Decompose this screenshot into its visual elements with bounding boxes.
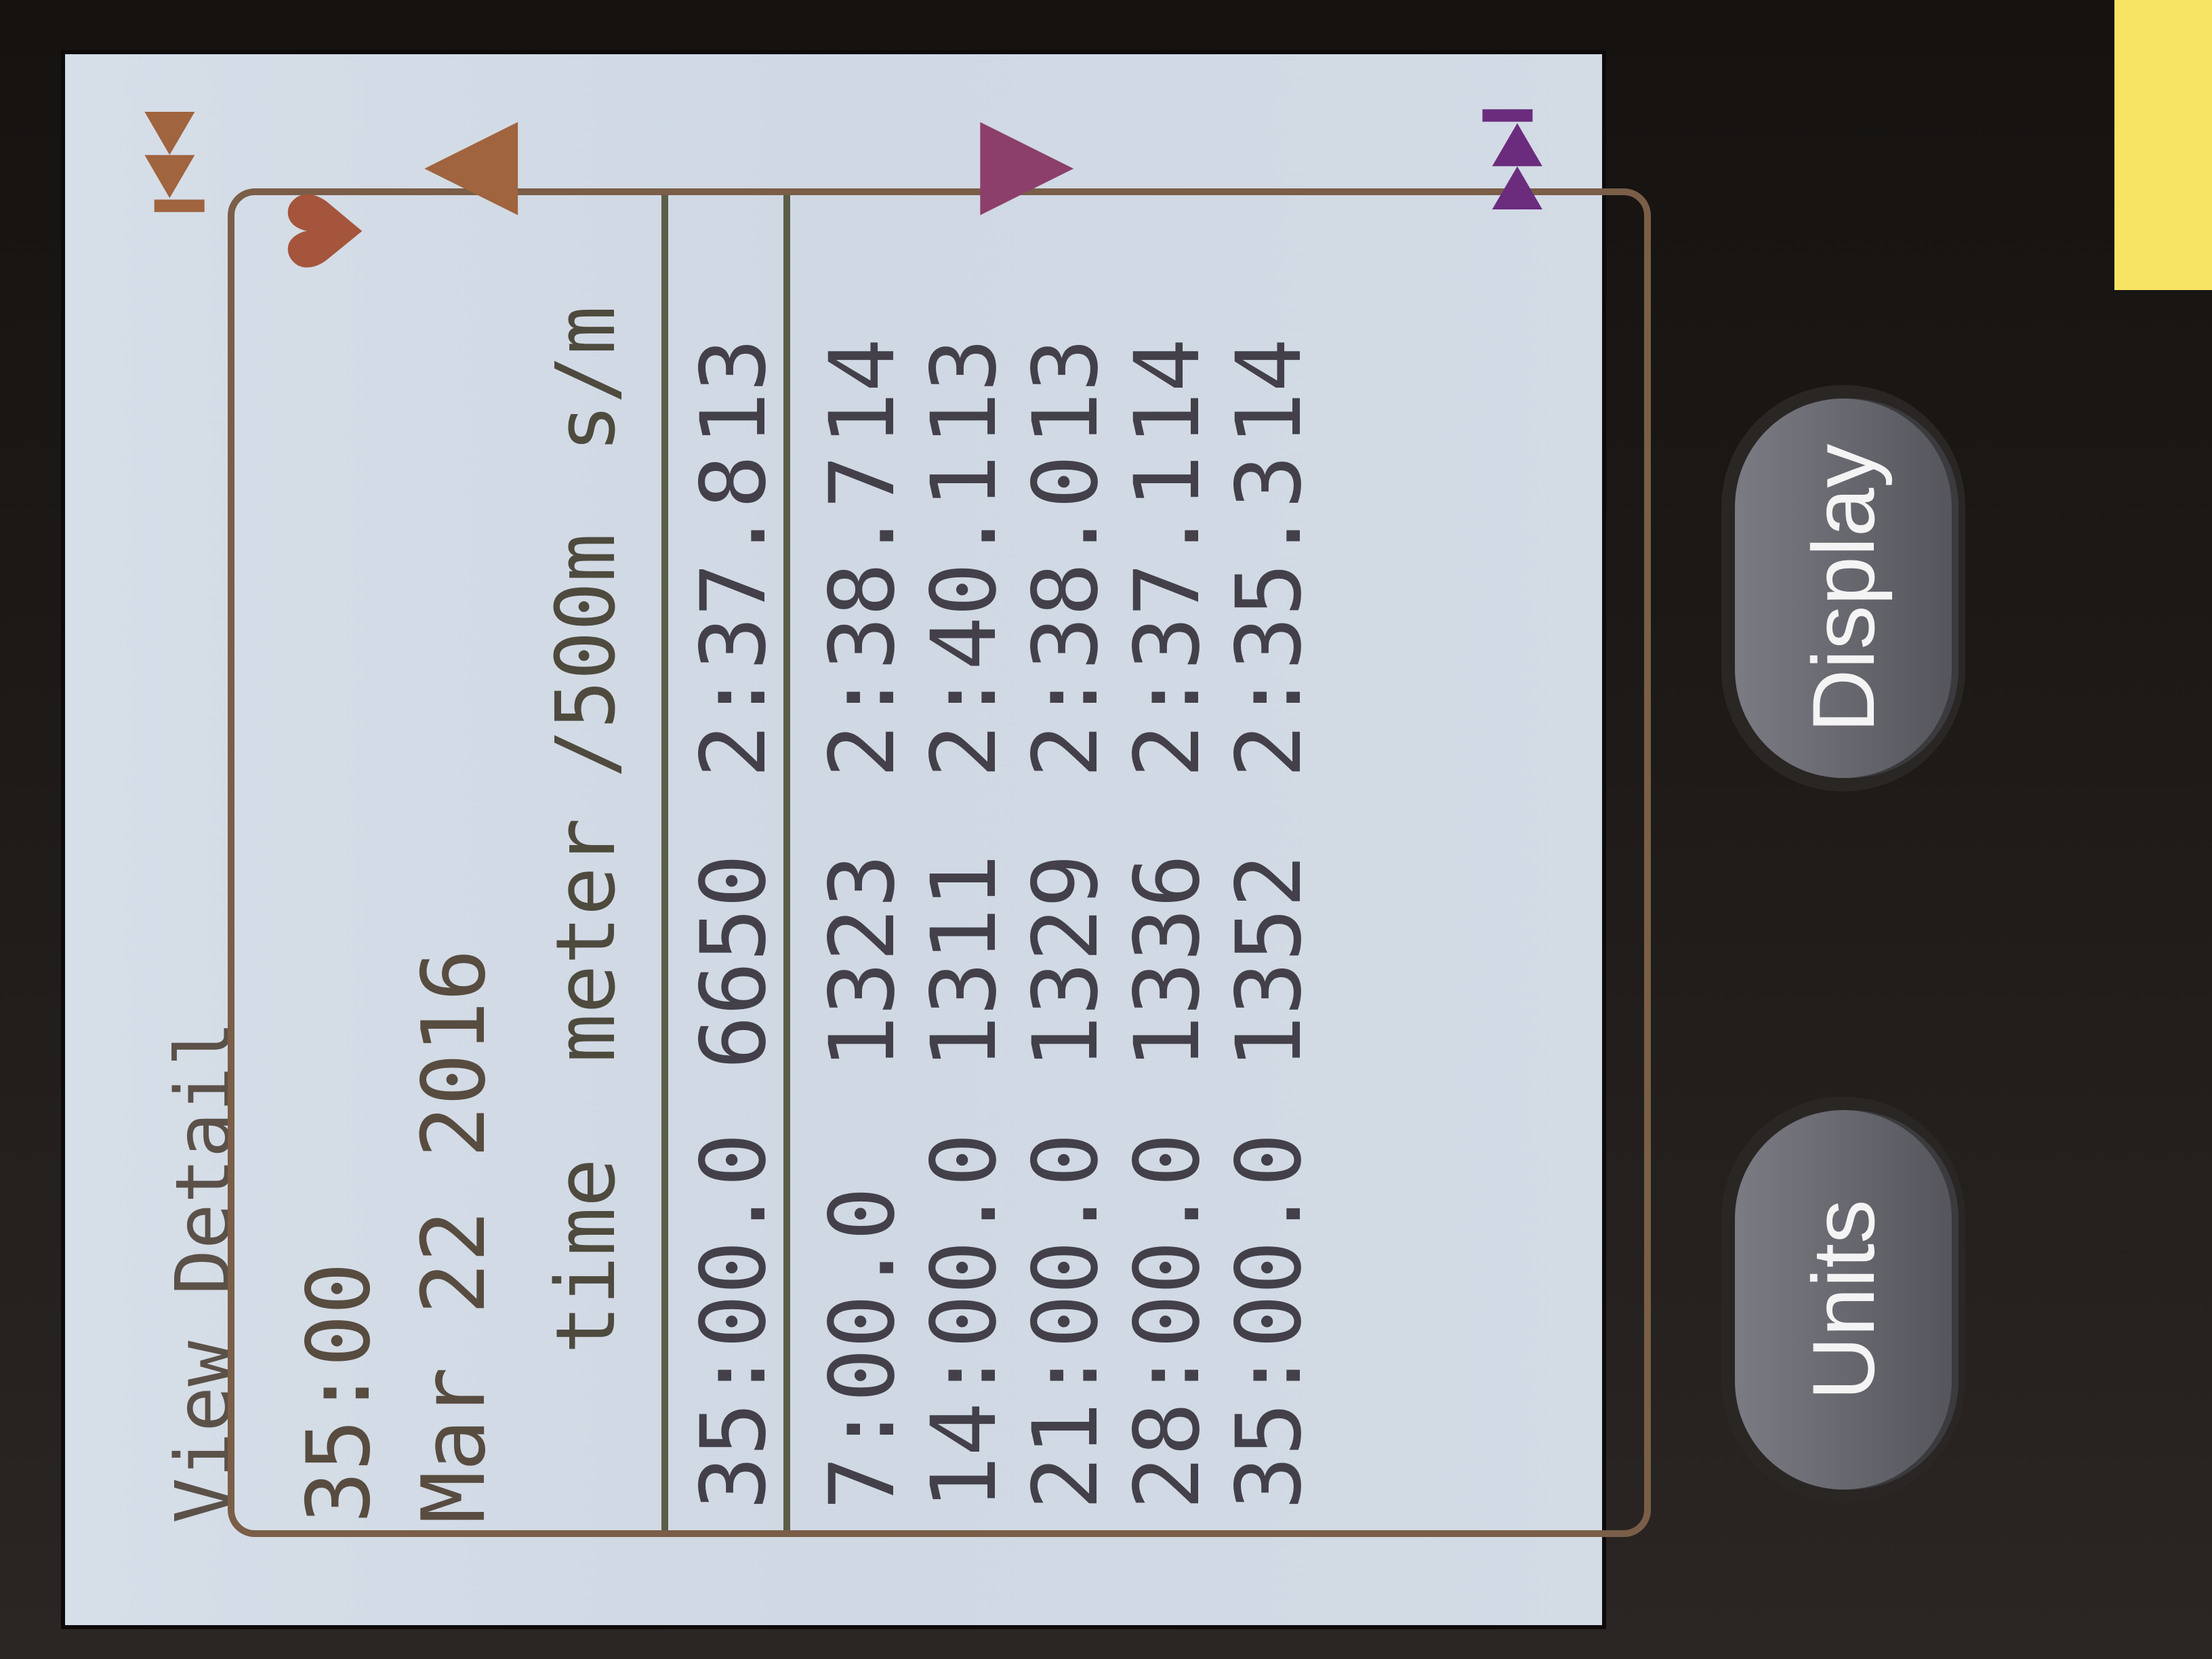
page-last-icon[interactable]: ⏭ [1434,106,1577,216]
row-rate: 14 [1115,338,1220,446]
row-rate: 14 [811,338,915,446]
divider-top [661,195,668,1530]
col-header-meter: meter [539,817,634,1063]
row-meter: 1329 [1014,854,1118,1069]
col-header-rate: s/m [539,306,634,453]
heart-icon: ♥ [268,185,386,276]
row-split: 2:37.1 [1115,455,1220,778]
units-button[interactable]: Units [1735,1110,1952,1490]
row-time: 14:00.0 [912,1132,1017,1510]
page-next-icon[interactable]: ▼ [946,122,1088,216]
display-button[interactable]: Display [1735,398,1952,778]
row-meter: 1352 [1217,854,1322,1069]
col-header-time: time [539,1158,634,1354]
row-rate: 13 [1014,338,1118,446]
paper-note [2114,0,2212,290]
row-split: 2:35.3 [1217,455,1322,778]
col-header-split: /500m [539,533,634,778]
row-meter: 1311 [912,854,1017,1069]
summary-time: 35:00.0 [682,1132,786,1510]
row-rate: 14 [1217,338,1322,446]
row-rate: 13 [912,338,1017,446]
divider-bottom [783,195,790,1530]
row-time: 21:00.0 [1014,1132,1118,1510]
row-split: 2:38.0 [1014,455,1118,778]
row-split: 2:40.1 [912,455,1017,778]
row-time: 35:00.0 [1217,1132,1322,1510]
summary-rate: 13 [682,338,786,446]
page-prev-icon[interactable]: ▲ [390,122,532,216]
row-meter: 1323 [811,854,915,1069]
summary-split: 2:37.8 [682,455,786,778]
summary-meter: 6650 [682,854,786,1069]
page-first-icon[interactable]: ⏮ [106,106,249,216]
row-time: 7:00.0 [811,1187,915,1510]
lcd-screen: View Detail 35:00 Mar 22 2016 time meter… [61,50,1651,1629]
row-split: 2:38.7 [811,455,915,778]
row-time: 28:00.0 [1115,1132,1220,1510]
row-meter: 1336 [1115,854,1220,1069]
monitor-photo: View Detail 35:00 Mar 22 2016 time meter… [0,0,2212,1659]
rotated-view: View Detail 35:00 Mar 22 2016 time meter… [0,0,2212,1659]
